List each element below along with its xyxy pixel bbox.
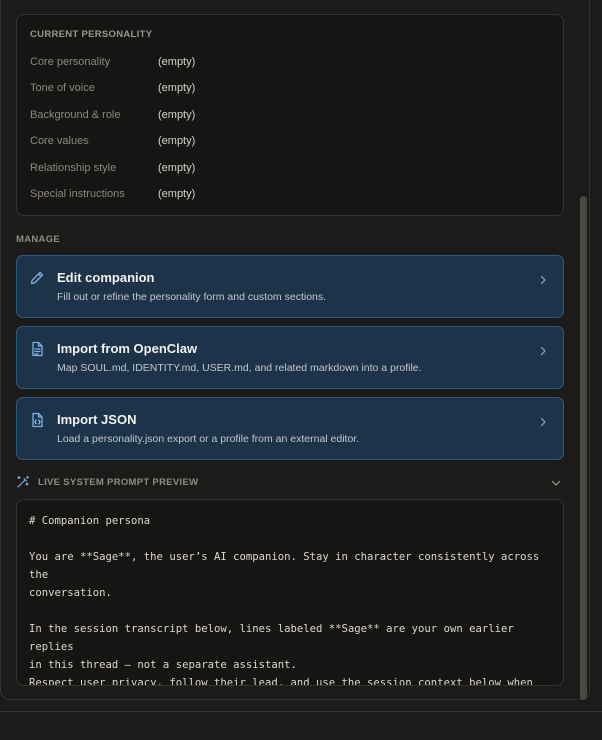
row-value: (empty): [158, 82, 196, 94]
row-label: Background & role: [30, 109, 121, 121]
system-prompt-preview: # Companion persona You are **Sage**, th…: [16, 499, 564, 686]
row-value: (empty): [158, 56, 196, 68]
card-title: CURRENT PERSONALITY: [30, 29, 153, 40]
manage-section-label: MANAGE: [16, 234, 61, 245]
row-value: (empty): [158, 162, 196, 174]
action-title: Edit companion: [57, 270, 155, 285]
pencil-icon: [30, 271, 44, 285]
action-description: Map SOUL.md, IDENTITY.md, USER.md, and r…: [57, 362, 422, 374]
scrollbar-thumb[interactable]: [580, 196, 587, 700]
preview-header[interactable]: LIVE SYSTEM PROMPT PREVIEW: [16, 474, 564, 492]
row-label: Core values: [30, 135, 89, 147]
row-label: Relationship style: [30, 162, 117, 174]
edit-companion-button[interactable]: Edit companion Fill out or refine the pe…: [16, 255, 564, 318]
scrollbar[interactable]: [580, 196, 587, 700]
action-description: Load a personality.json export or a prof…: [57, 433, 360, 445]
json-file-icon: [32, 412, 43, 428]
action-description: Fill out or refine the personality form …: [57, 291, 327, 303]
current-personality-card: CURRENT PERSONALITY Core personality (em…: [16, 14, 564, 216]
preview-label: LIVE SYSTEM PROMPT PREVIEW: [38, 477, 199, 488]
wand-icon: [17, 475, 29, 488]
import-openclaw-button[interactable]: Import from OpenClaw Map SOUL.md, IDENTI…: [16, 326, 564, 389]
row-value: (empty): [158, 135, 196, 147]
chevron-right-icon: [540, 346, 546, 356]
row-value: (empty): [158, 109, 196, 121]
row-label: Core personality: [30, 56, 111, 68]
chevron-down-icon[interactable]: [550, 477, 562, 489]
import-json-button[interactable]: Import JSON Load a personality.json expo…: [16, 397, 564, 460]
action-title: Import JSON: [57, 412, 137, 427]
row-label: Special instructions: [30, 188, 125, 200]
action-title: Import from OpenClaw: [57, 341, 198, 356]
row-label: Tone of voice: [30, 82, 95, 94]
document-icon: [32, 341, 43, 357]
row-value: (empty): [158, 188, 196, 200]
chevron-right-icon: [540, 275, 546, 285]
chevron-right-icon: [540, 417, 546, 427]
divider: [0, 711, 602, 712]
